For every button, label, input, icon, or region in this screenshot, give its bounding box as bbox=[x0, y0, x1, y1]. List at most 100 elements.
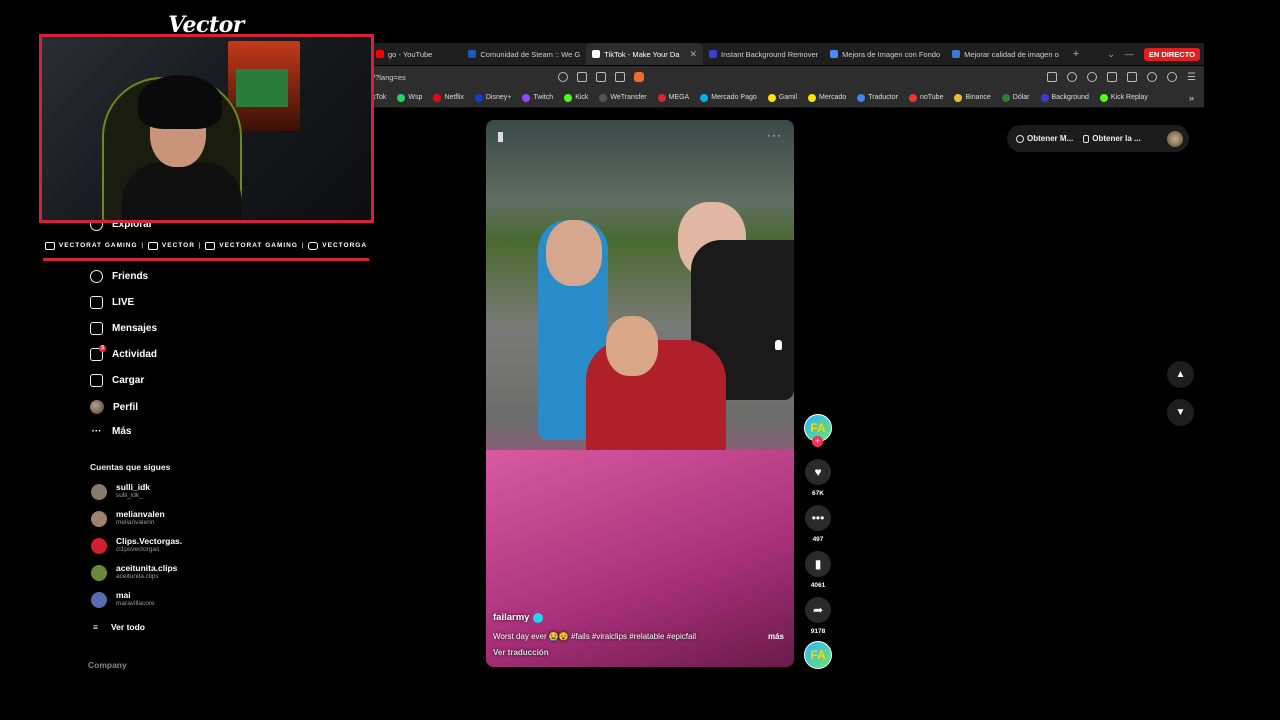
video-author[interactable]: failarmy bbox=[493, 612, 544, 623]
tab-steam[interactable]: Comunidad de Steam :: We G bbox=[462, 43, 586, 65]
tab-background-remover[interactable]: Instant Background Remover bbox=[703, 43, 824, 65]
sparkle-icon bbox=[830, 50, 839, 58]
avatar[interactable] bbox=[1167, 130, 1183, 147]
mercado-pago-icon bbox=[700, 93, 709, 102]
avatar bbox=[91, 591, 107, 608]
bookmark-netflix[interactable]: Netflix bbox=[433, 93, 464, 102]
notube-icon bbox=[908, 93, 917, 102]
nav-actividad[interactable]: 3 Actividad bbox=[90, 345, 157, 361]
bookmark-icon: ▮ bbox=[805, 551, 831, 577]
sound-avatar: FA bbox=[804, 641, 832, 669]
share-icon[interactable] bbox=[615, 72, 626, 82]
bookmark-dolar[interactable]: Dólar bbox=[1001, 93, 1030, 102]
avatar bbox=[90, 400, 104, 414]
bookmark-wsp[interactable]: Wsp bbox=[397, 93, 422, 102]
previous-video-button[interactable]: ▲ bbox=[1167, 361, 1194, 388]
like-button[interactable]: ♥ 67K bbox=[803, 459, 833, 497]
bookmarks-overflow-icon[interactable]: » bbox=[1189, 93, 1194, 103]
download-icon[interactable] bbox=[1067, 72, 1078, 82]
bookmark-wetransfer[interactable]: WeTransfer bbox=[599, 93, 647, 102]
new-tab-button[interactable]: + bbox=[1065, 48, 1087, 60]
image-quality-icon bbox=[952, 50, 961, 58]
bookmark-kick[interactable]: Kick bbox=[564, 93, 588, 102]
nav-cargar[interactable]: Cargar bbox=[90, 374, 144, 387]
twitter-icon bbox=[205, 241, 216, 250]
next-video-button[interactable]: ▼ bbox=[1167, 399, 1194, 426]
wallet-icon[interactable] bbox=[1127, 72, 1138, 82]
bookmark-mercado[interactable]: Mercado bbox=[808, 93, 846, 102]
disney-icon bbox=[474, 93, 483, 102]
minimize-icon[interactable]: — bbox=[1125, 49, 1134, 59]
get-mobile-app-button[interactable]: Obtener la ... bbox=[1083, 134, 1141, 143]
followed-account[interactable]: sulli_idk sulli_idk_ bbox=[91, 483, 150, 500]
nav-friends[interactable]: Friends bbox=[90, 270, 148, 283]
bookmark-mega[interactable]: MEGA bbox=[657, 93, 689, 102]
video-player[interactable]: ··· failarmy Worst day ever 😭😵 #fails #v… bbox=[486, 120, 794, 667]
bookmark-twitch[interactable]: Twitch bbox=[522, 93, 553, 102]
tab-tiktok[interactable]: TikTok - Make Your Da ✕ bbox=[586, 43, 703, 65]
see-all-button[interactable]: ≡ Ver todo bbox=[93, 622, 145, 632]
ai-icon[interactable] bbox=[1147, 72, 1158, 82]
nav-mas[interactable]: ··· Más bbox=[90, 426, 132, 437]
sidebar-icon[interactable] bbox=[1107, 72, 1118, 82]
screenshot-icon[interactable] bbox=[1047, 72, 1058, 82]
kick-icon bbox=[564, 93, 573, 102]
nav-perfil[interactable]: Perfil bbox=[90, 400, 138, 414]
more-icon: ··· bbox=[91, 426, 102, 437]
follow-plus-icon[interactable]: + bbox=[812, 436, 823, 447]
mouse-cursor bbox=[775, 340, 782, 350]
bookmark-tiktok[interactable]: kTok bbox=[372, 94, 386, 101]
menu-icon[interactable]: ☰ bbox=[1187, 72, 1196, 83]
translate-icon[interactable] bbox=[577, 72, 588, 82]
bookmark-mercado-pago[interactable]: Mercado Pago bbox=[700, 93, 757, 102]
bookmark-traductor[interactable]: Traductor bbox=[857, 93, 898, 102]
whatsapp-icon bbox=[397, 93, 406, 102]
bookmark-disney[interactable]: Disney+ bbox=[474, 93, 511, 102]
music-icon[interactable] bbox=[1087, 72, 1098, 82]
no-track-icon[interactable] bbox=[558, 72, 569, 82]
bookmark-binance[interactable]: Binance bbox=[954, 93, 991, 102]
video-caption: Worst day ever 😭😵 #fails #viralclips #re… bbox=[493, 632, 696, 641]
followed-account[interactable]: mai maravillacore bbox=[91, 591, 155, 608]
bookmarks-bar: kTok Wsp Netflix Disney+ Twitch Kick WeT… bbox=[370, 88, 1204, 108]
save-button[interactable]: ▮ 4061 bbox=[803, 551, 833, 589]
friends-icon bbox=[90, 270, 103, 283]
chevron-up-icon: ▲ bbox=[1175, 369, 1186, 380]
bookmark-notube[interactable]: noTube bbox=[908, 93, 943, 102]
gamil-icon bbox=[767, 93, 776, 102]
address-bar[interactable]: /?lang=es ☰ bbox=[370, 66, 1204, 88]
bookmark-background[interactable]: Background bbox=[1040, 93, 1089, 102]
mute-icon[interactable] bbox=[498, 132, 510, 142]
tab-youtube[interactable]: go - YouTube bbox=[370, 43, 438, 65]
get-app-button[interactable]: Obtener M... bbox=[1016, 134, 1073, 143]
vpn-icon[interactable] bbox=[1167, 72, 1178, 82]
close-tab-icon[interactable]: ✕ bbox=[689, 49, 697, 60]
tab-image-quality[interactable]: Mejorar calidad de imagen o bbox=[946, 43, 1065, 65]
tab-list-icon[interactable]: ⌄ bbox=[1107, 49, 1115, 60]
author-avatar[interactable]: FA + bbox=[803, 414, 833, 447]
more-options-icon[interactable]: ··· bbox=[767, 128, 782, 142]
caption-more-button[interactable]: más bbox=[768, 632, 784, 641]
webcam-feed bbox=[39, 34, 374, 223]
music-disc[interactable]: FA bbox=[803, 641, 833, 669]
followed-account[interactable]: Clips.Vectorgas. cl1psvectorgas bbox=[91, 537, 182, 554]
bookmark-kick-replay[interactable]: Kick Replay bbox=[1099, 93, 1148, 102]
nav-mensajes[interactable]: Mensajes bbox=[90, 322, 157, 335]
bookmark-gamil[interactable]: Gamil bbox=[767, 93, 797, 102]
tab-image-enhancer[interactable]: Mejora de Imagen con Fondo bbox=[824, 43, 946, 65]
nav-live[interactable]: LIVE bbox=[90, 296, 134, 309]
comment-button[interactable]: ••• 497 bbox=[803, 505, 833, 543]
live-icon bbox=[90, 296, 103, 309]
cast-icon[interactable] bbox=[596, 72, 607, 82]
social-chat: VECTOR bbox=[147, 241, 195, 250]
youtube-icon bbox=[376, 50, 384, 58]
followed-account[interactable]: aceitunita.clips aceitunita.clips bbox=[91, 564, 177, 581]
followed-account[interactable]: melianvalen melianvalenn bbox=[91, 510, 165, 527]
brave-shield-icon[interactable] bbox=[634, 72, 645, 82]
share-button[interactable]: ➦ 9178 bbox=[803, 597, 833, 635]
company-link[interactable]: Company bbox=[88, 660, 127, 670]
social-youtube: VECTORAT GAMING bbox=[44, 241, 138, 250]
notification-badge: 3 bbox=[99, 345, 106, 352]
avatar bbox=[91, 510, 107, 527]
translate-button[interactable]: Ver traducción bbox=[493, 648, 549, 657]
